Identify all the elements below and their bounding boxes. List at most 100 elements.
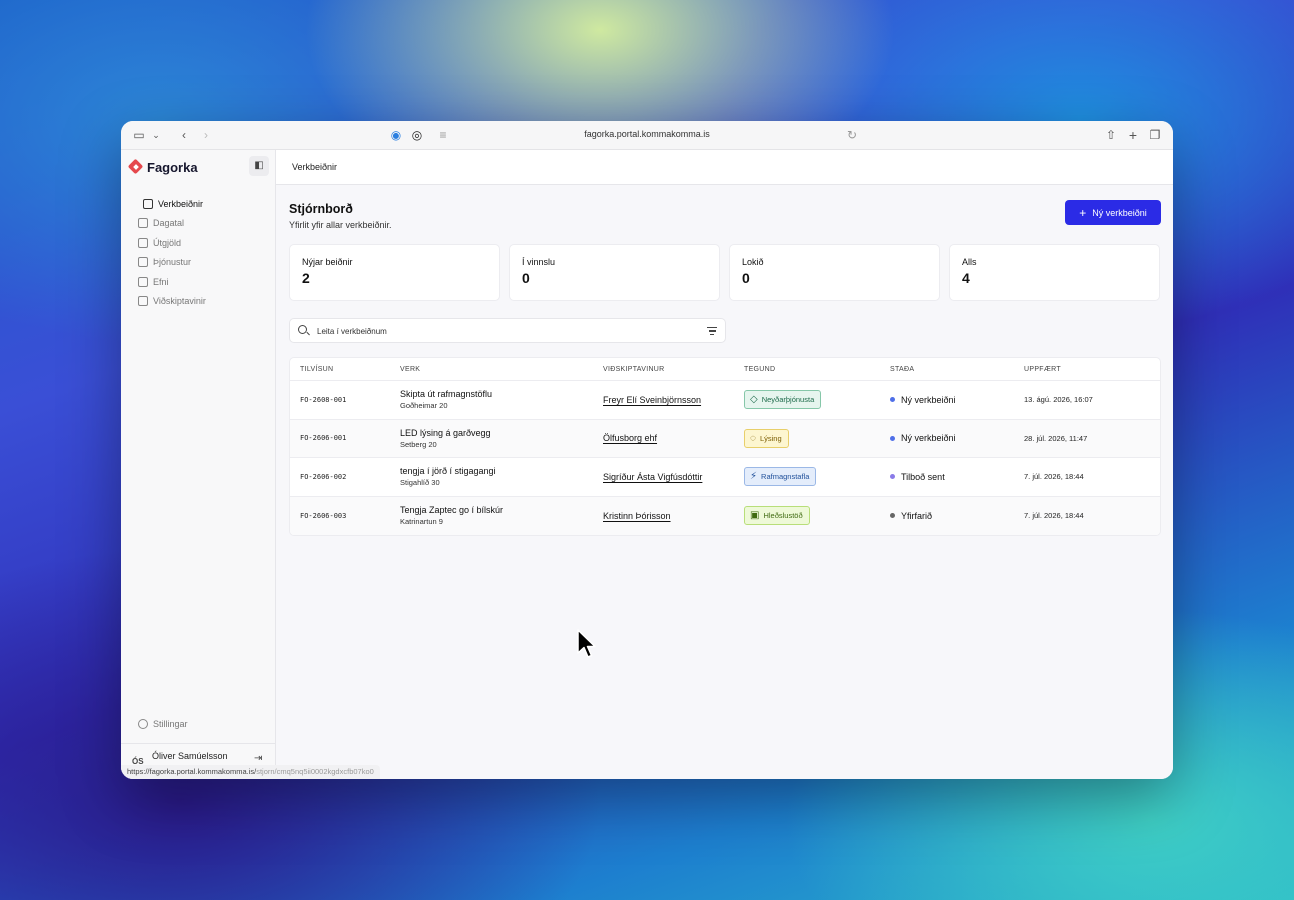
settings-label: Stillingar (153, 719, 188, 729)
user-name: Óliver Samúelsson (152, 751, 228, 761)
status-badge: Yfirfarið (890, 511, 1024, 521)
row-type: ◌ Lýsing (744, 428, 890, 448)
receipt-icon (138, 237, 148, 248)
table-row[interactable]: FO-2606-001 LED lýsing á garðvegg Setber… (290, 419, 1160, 458)
row-ref: FO-2606-003 (300, 511, 347, 520)
gear-icon (138, 719, 148, 729)
share-icon[interactable]: ⇧ (1104, 128, 1118, 142)
column-header-updated[interactable]: UPPFÆRT (1024, 366, 1160, 373)
link-status-bar: https://fagorka.portal.kommakomma.is/stj… (121, 765, 380, 779)
new-request-button[interactable]: + Ný verkbeiðni (1065, 200, 1161, 225)
breadcrumb-item[interactable]: Verkbeiðnir (292, 162, 337, 172)
stat-card-in-progress: Í vinnslu 0 (509, 244, 720, 301)
status-url-host: https://fagorka.portal.kommakomma.is/ (127, 767, 257, 776)
status-url-path: stjorn/cmq5nq5ii0002kgdxcfb07ko0 (256, 767, 374, 776)
stat-value: 4 (962, 270, 970, 286)
column-header-job[interactable]: VERK (400, 366, 603, 373)
sidebar: Fagorka ◧ Verkbeiðnir Dagatal Útgjöld Þj… (121, 150, 276, 779)
column-header-ref[interactable]: TILVÍSUN (290, 366, 400, 373)
sidebar-item-label: Viðskiptavinir (153, 296, 206, 307)
sidebar-item-verkbeidnir[interactable]: Verkbeiðnir (121, 194, 275, 214)
row-ref: FO-2606-002 (300, 472, 347, 481)
row-job: Skipta út rafmagnstöflu Goðheimar 20 (400, 389, 603, 410)
job-address: Goðheimar 20 (400, 401, 448, 411)
customer-link[interactable]: Freyr Elí Sveinbjörnsson (603, 395, 701, 405)
row-updated: 7. júl. 2026, 18:44 (1024, 472, 1084, 482)
brand-name: Fagorka (147, 159, 198, 175)
job-title: tengja í jörð í stigagangi (400, 466, 496, 477)
package-icon (138, 276, 148, 287)
sidebar-item-thjonustur[interactable]: Þjónustur (121, 253, 275, 273)
table-row[interactable]: FO-2608-001 Skipta út rafmagnstöflu Goðh… (290, 381, 1160, 420)
sidebar-item-settings[interactable]: Stillingar (138, 719, 188, 729)
sidebar-nav: Verkbeiðnir Dagatal Útgjöld Þjónustur Ef… (121, 194, 275, 311)
row-job: Tengja Zaptec go í bílskúr Katrinartun 9 (400, 505, 603, 526)
column-header-status[interactable]: STAÐA (890, 366, 1024, 373)
page-title: Stjórnborð (289, 202, 353, 216)
type-badge: ▣ Hleðslustöð (744, 506, 810, 526)
type-badge-label: Hleðslustöð (763, 511, 803, 521)
clipboard-icon (143, 198, 153, 209)
contact-icon (138, 296, 148, 307)
row-type: ⚡ Rafmagnstafla (744, 467, 890, 487)
stat-label: Í vinnslu (522, 257, 556, 267)
charging-station-icon: ▣ (750, 510, 760, 522)
stat-label: Alls (962, 257, 977, 267)
job-address: Setberg 20 (400, 439, 437, 449)
browser-window: ▭ ⌄ ‹ › ◉ ◎ ≡ fagorka.portal.kommakomma.… (121, 121, 1173, 779)
collapse-sidebar-button[interactable]: ◧ (249, 156, 269, 176)
search-box (289, 318, 726, 343)
customer-link[interactable]: Sigríður Ásta Vigfúsdóttir (603, 472, 702, 482)
logout-icon[interactable]: ⇥ (254, 753, 262, 764)
status-label: Tilboð sent (901, 471, 945, 482)
filter-icon[interactable] (707, 327, 717, 335)
address-bar[interactable]: fagorka.portal.kommakomma.is (121, 129, 1173, 139)
status-label: Ný verkbeiðni (901, 433, 956, 444)
stat-value: 2 (302, 270, 310, 286)
sidebar-item-vidskiptavinir[interactable]: Viðskiptavinir (121, 292, 275, 312)
type-badge-label: Neyðarþjónusta (761, 395, 815, 405)
row-job: LED lýsing á garðvegg Setberg 20 (400, 428, 603, 449)
sidebar-item-label: Verkbeiðnir (158, 198, 204, 209)
briefcase-icon (138, 257, 148, 268)
stat-value: 0 (522, 270, 530, 286)
sidebar-item-utgjold[interactable]: Útgjöld (121, 233, 275, 253)
stat-card-new: Nýjar beiðnir 2 (289, 244, 500, 301)
mouse-cursor-icon (577, 629, 596, 658)
sidebar-item-dagatal[interactable]: Dagatal (121, 214, 275, 234)
stats-row: Nýjar beiðnir 2 Í vinnslu 0 Lokið 0 Alls… (289, 244, 1160, 301)
row-type: ◇ Neyðarþjónusta (744, 390, 890, 410)
type-badge-label: Rafmagnstafla (761, 472, 810, 482)
table-row[interactable]: FO-2606-002 tengja í jörð í stigagangi S… (290, 458, 1160, 497)
sidebar-item-efni[interactable]: Efni (121, 272, 275, 292)
plus-icon: + (1079, 205, 1087, 220)
sidebar-item-label: Þjónustur (153, 257, 192, 268)
status-badge: Ný verkbeiðni (890, 433, 1024, 443)
main-content: Verkbeiðnir Stjórnborð Yfirlit yfir alla… (276, 150, 1173, 779)
tabs-overview-icon[interactable]: ❐ (1148, 128, 1162, 142)
table-row[interactable]: FO-2606-003 Tengja Zaptec go í bílskúr K… (290, 496, 1160, 535)
plug-icon: ⚡ (750, 471, 758, 483)
type-badge: ◌ Lýsing (744, 428, 789, 448)
status-label: Ný verkbeiðni (901, 394, 956, 405)
job-address: Katrinartun 9 (400, 517, 443, 527)
type-badge-label: Lýsing (759, 433, 782, 443)
row-job: tengja í jörð í stigagangi Stigahlíð 30 (400, 466, 603, 487)
search-input[interactable] (317, 324, 687, 338)
type-badge: ⚡ Rafmagnstafla (744, 467, 817, 487)
column-header-type[interactable]: TEGUND (744, 366, 890, 373)
row-ref: FO-2608-001 (300, 395, 347, 404)
status-dot (890, 513, 895, 519)
job-address: Stigahlíð 30 (400, 478, 440, 488)
reload-icon[interactable]: ↻ (845, 128, 859, 142)
new-request-label: Ný verkbeiðni (1092, 207, 1147, 218)
row-ref: FO-2606-001 (300, 434, 347, 443)
stat-card-total: Alls 4 (949, 244, 1160, 301)
fagorka-logo-icon (128, 159, 144, 175)
customer-link[interactable]: Ölfusborg ehf (603, 433, 657, 443)
column-header-customer[interactable]: VIÐSKIPTAVINUR (603, 366, 744, 373)
stat-label: Nýjar beiðnir (302, 257, 353, 267)
new-tab-icon[interactable]: + (1126, 128, 1140, 142)
sidebar-item-label: Útgjöld (153, 237, 182, 248)
customer-link[interactable]: Kristinn Þórisson (603, 511, 671, 521)
